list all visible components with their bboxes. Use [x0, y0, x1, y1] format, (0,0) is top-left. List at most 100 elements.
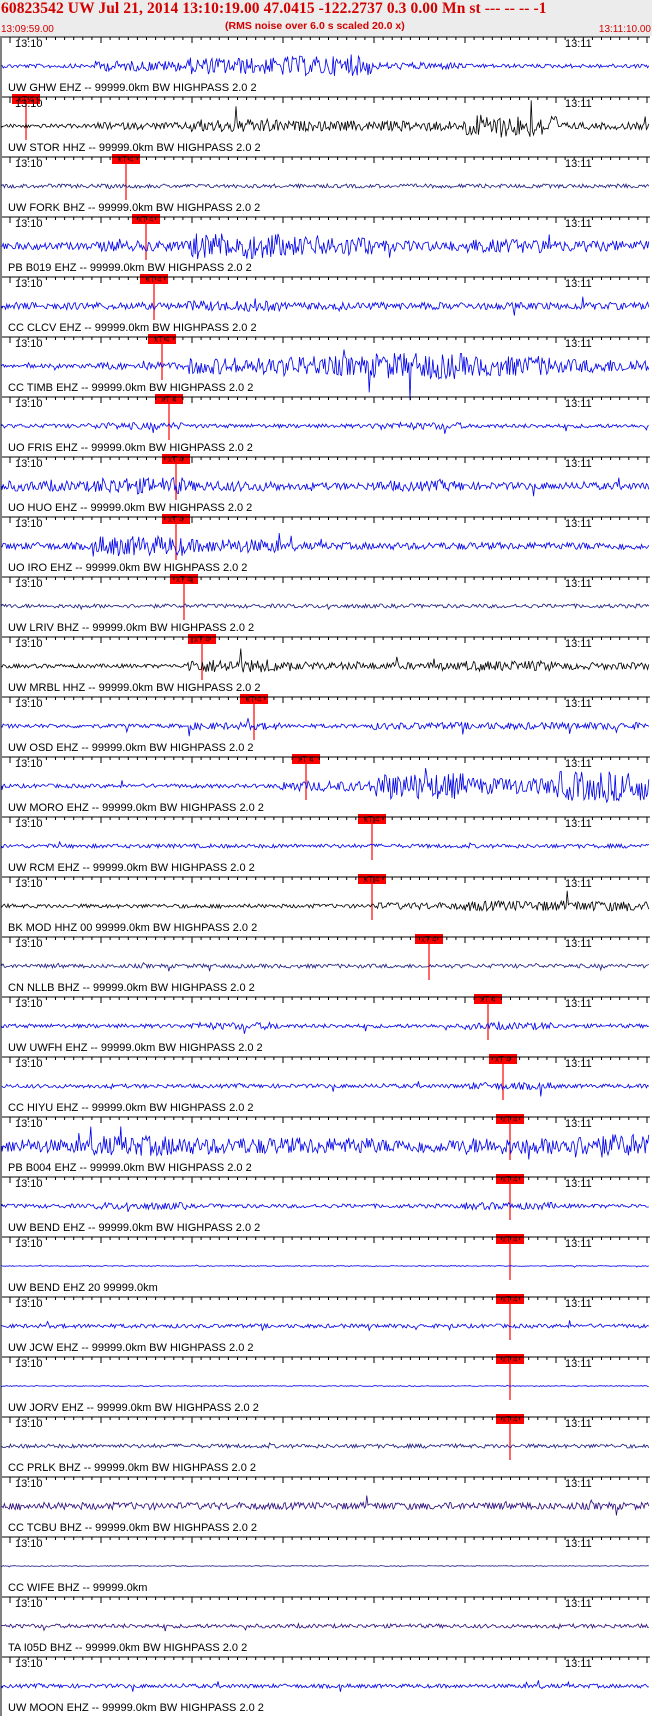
pick-label: xT 4 [154, 335, 170, 344]
tick-label: 13:10 [15, 278, 43, 290]
channel-label: CC TIMB EHZ -- 99999.0km BW HIGHPASS 2.0… [8, 382, 253, 394]
tick-label: 13:10 [15, 158, 43, 170]
pick-label: xT 4 [502, 1295, 518, 1304]
channel-label: UW MORO EHZ -- 99999.0km BW HIGHPASS 2.0… [8, 802, 264, 814]
tick-label: 13:11 [565, 458, 592, 470]
pick-label: xT 4 [480, 995, 496, 1004]
pick-label: xT 4 [502, 1415, 518, 1424]
tick-label: 13:10 [15, 1598, 43, 1610]
waveform [1, 840, 650, 850]
tick-label: 13:10 [15, 1658, 43, 1670]
channel-label: UW MRBL HHZ -- 99999.0km BW HIGHPASS 2.0… [8, 682, 260, 694]
tick-label: 13:10 [15, 1298, 43, 1310]
tick-label: 13:10 [15, 398, 43, 410]
channel-label: UW JCW EHZ -- 99999.0km BW HIGHPASS 2.0 … [8, 1342, 254, 1354]
pick-label: xT 4 [246, 695, 262, 704]
tick-label: 13:10 [15, 338, 43, 350]
waveform [1, 233, 650, 260]
pick-label: xT 4 [502, 1235, 518, 1244]
pick-label: xT 4 [364, 875, 380, 884]
channel-label: UW JORV EHZ -- 99999.0km BW HIGHPASS 2.0… [8, 1402, 259, 1414]
tick-label: 13:11 [565, 1178, 592, 1190]
channel-label: UW BEND EHZ 20 99999.0km [8, 1282, 158, 1294]
pick-label: xT 4 [146, 275, 162, 284]
waveform [1, 1680, 649, 1692]
tick-label: 13:11 [565, 578, 592, 590]
tick-label: 13:11 [565, 1358, 592, 1370]
channel-label: UO HUO EHZ -- 99999.0km BW HIGHPASS 2.0 … [8, 502, 252, 514]
channel-label: UW FORK BHZ -- 99999.0km BW HIGHPASS 2.0… [8, 202, 260, 214]
tick-label: 13:11 [565, 338, 592, 350]
tick-label: 13:11 [565, 1418, 592, 1430]
pick-label: xT 4 [502, 1355, 518, 1364]
tick-label: 13:10 [15, 578, 43, 590]
trace-row: 13:10 13:11 UW MOON EHZ -- 99999.0km BW HI… [1, 1656, 650, 1714]
channel-label: TA I05D BHZ -- 99999.0km BW HIGHPASS 2.0… [8, 1642, 247, 1654]
waveform [1, 421, 649, 434]
waveform [1, 1126, 650, 1160]
waveform [1, 296, 650, 316]
trace-row: 13:10 13:11 xT 4 CN NLLB BHZ -- 99999.0km B… [1, 936, 650, 1040]
tick-label: 13:11 [565, 398, 592, 410]
pick-label: xT 4 [495, 1055, 511, 1064]
channel-label: CC HIYU EHZ -- 99999.0km BW HIGHPASS 2.0… [8, 1102, 254, 1114]
channel-label: UW UWFH EHZ -- 99999.0km BW HIGHPASS 2.0… [8, 1042, 263, 1054]
tick-label: 13:11 [565, 158, 592, 170]
tick-label: 13:10 [15, 938, 43, 950]
waveform [1, 1622, 649, 1632]
pick-label: xT 4 [161, 395, 177, 404]
pick-label: xT 4 [502, 1175, 518, 1184]
channel-label: UW OSD EHZ -- 99999.0km BW HIGHPASS 2.0 … [8, 742, 254, 754]
tick-label: 13:10 [15, 1418, 43, 1430]
trace-row: 13:10 13:11 CC WIFE BHZ -- 99999.0km [1, 1536, 650, 1594]
pick-label: xT 4 [168, 515, 184, 524]
tick-label: 13:10 [15, 998, 43, 1010]
tick-label: 13:11 [565, 98, 592, 110]
waveform [1, 602, 650, 611]
tick-label: 13:11 [565, 1658, 592, 1670]
tick-label: 13:11 [565, 938, 592, 950]
pick-label: xT 4 [194, 635, 210, 644]
channel-label: CC CLCV EHZ -- 99999.0km BW HIGHPASS 2.0… [8, 322, 257, 334]
waveform [1, 533, 650, 557]
waveform [1, 718, 650, 737]
waveform [1, 767, 650, 804]
tick-label: 13:11 [565, 638, 592, 650]
tick-label: 13:10 [15, 638, 43, 650]
tick-label: 13:10 [15, 98, 43, 110]
trace-row: 13:10 13:11xT 4PB B019 EHZ -- 99999.0km B… [1, 216, 650, 320]
waveform [1, 648, 650, 673]
pick-label: xT 4 [138, 215, 154, 224]
tick-label: 13:11 [565, 1058, 592, 1070]
waveform [1, 476, 650, 497]
waveform [1, 1021, 649, 1034]
tick-label: 13:10 [15, 38, 43, 50]
pick-label: xT 4 [364, 815, 380, 824]
waveform [1, 1565, 649, 1568]
tick-label: 13:10 [15, 458, 43, 470]
tick-label: 13:11 [565, 878, 592, 890]
trace-row: 13:10 13:11xT 4UW GHW EHZ -- 99999.0km BW… [1, 36, 650, 140]
tick-label: 13:11 [565, 38, 592, 50]
trace-row: 13:10 13:11 xT 4UW STOR HHZ -- 99999.0km B… [1, 96, 650, 200]
trace-row: 13:10 13:11xT 4UW LRIV BHZ -- 99999.0km B… [1, 576, 650, 680]
pick-label: xT 4 [502, 1115, 518, 1124]
trace-row: 13:10 13:11 CC PRLK BHZ -- 99999.0km BW HI… [1, 1416, 650, 1474]
channel-label: CC TCBU BHZ -- 99999.0km BW HIGHPASS 2.0… [8, 1522, 257, 1534]
tick-label: 13:10 [15, 1538, 43, 1550]
waveform [1, 1384, 649, 1387]
trace-row: 13:10 13:11 xT 4 UW BEND EHZ -- 99999.0km B… [1, 1176, 650, 1280]
tick-label: 13:10 [15, 878, 43, 890]
waveform [1, 1201, 649, 1212]
trace-row: 13:10 13:11xT 4CC CLCV EHZ -- 99999.0km B… [1, 276, 650, 380]
waveform [1, 1264, 650, 1268]
rms-subtitle: (RMS noise over 6.0 s scaled 20.0 x) [225, 20, 405, 32]
tick-label: 13:10 [15, 1118, 43, 1130]
waveform [1, 182, 650, 190]
trace-row: 13:10 13:11 xT 4 PB B004 EHZ -- 99999.0km B… [1, 1116, 650, 1220]
seismogram-plot: 13:10 13:11 xT 4 UW GHW EHZ -- 99999.0km BW… [0, 36, 650, 1716]
waveform [1, 54, 650, 77]
pick-label: xT 4 [176, 575, 192, 584]
channel-label: PB B019 EHZ -- 99999.0km BW HIGHPASS 2.0… [8, 262, 252, 274]
tick-label: 13:10 [15, 758, 43, 770]
